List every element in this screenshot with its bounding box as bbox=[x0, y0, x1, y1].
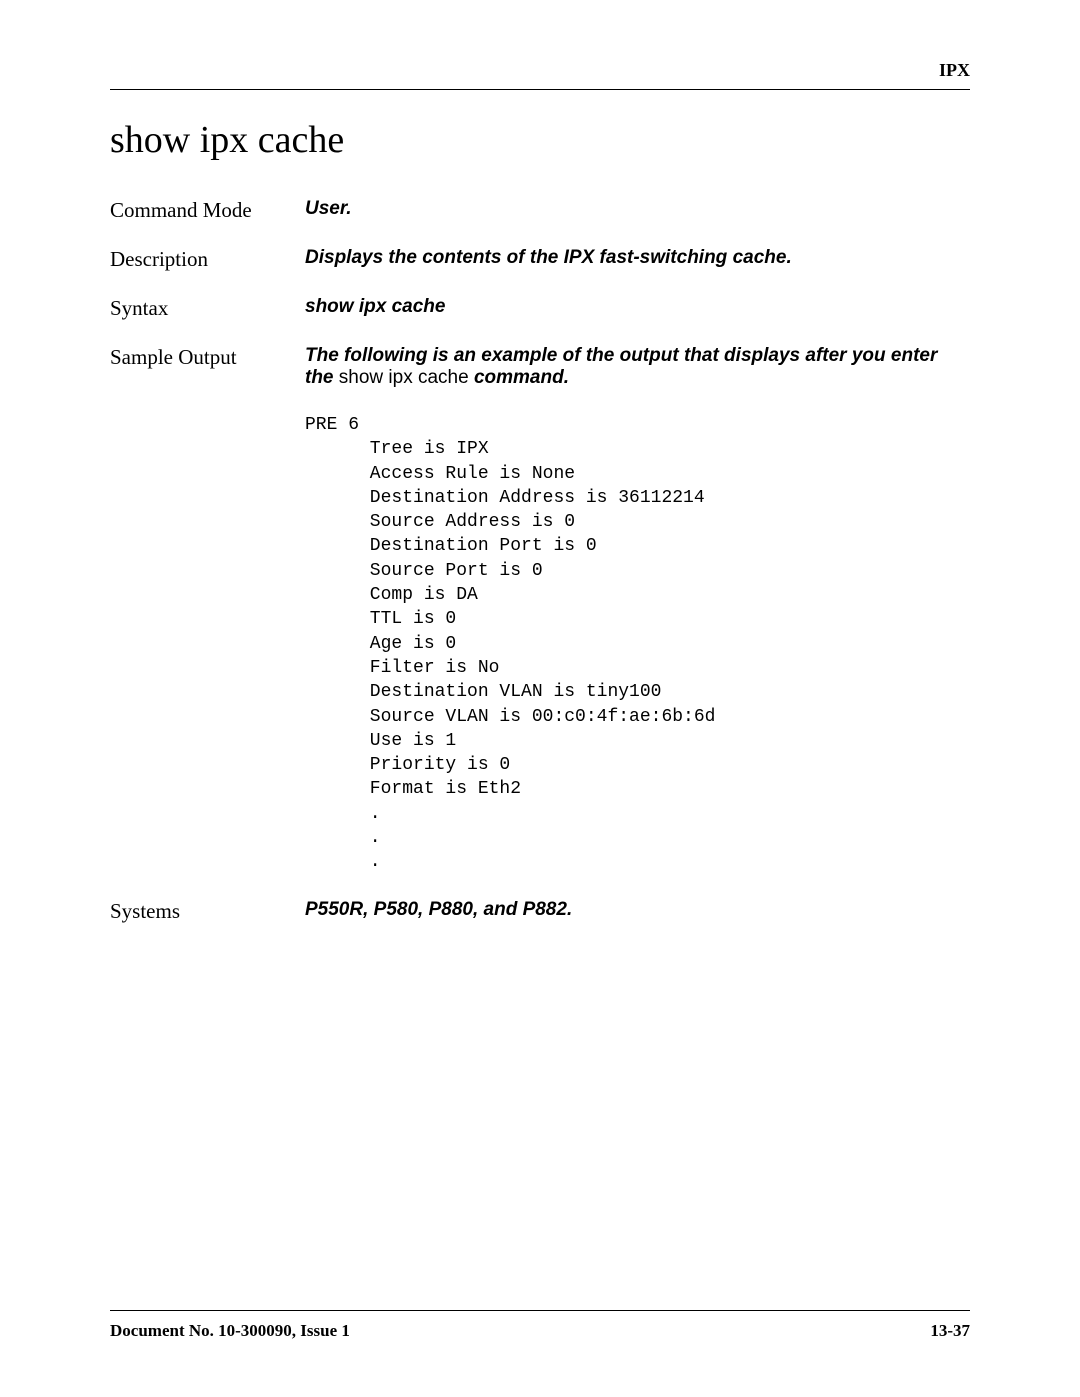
label-command-mode: Command Mode bbox=[110, 198, 305, 223]
value-command-mode: User. bbox=[305, 198, 970, 220]
label-systems: Systems bbox=[110, 899, 305, 924]
row-systems: Systems P550R, P580, P880, and P882. bbox=[110, 899, 970, 924]
label-description: Description bbox=[110, 247, 305, 272]
footer-page-no: 13-37 bbox=[930, 1321, 970, 1341]
row-syntax: Syntax show ipx cache bbox=[110, 296, 970, 321]
sample-output-pre: PRE 6 Tree is IPX Access Rule is None De… bbox=[305, 413, 970, 875]
footer: Document No. 10-300090, Issue 1 13-37 bbox=[110, 1310, 970, 1341]
value-syntax: show ipx cache bbox=[305, 296, 970, 318]
header-section-label: IPX bbox=[110, 60, 970, 81]
footer-rule bbox=[110, 1310, 970, 1311]
sample-output-cmd: show ipx cache bbox=[339, 367, 469, 388]
value-systems: P550R, P580, P880, and P882. bbox=[305, 899, 970, 921]
row-command-mode: Command Mode User. bbox=[110, 198, 970, 223]
label-syntax: Syntax bbox=[110, 296, 305, 321]
value-sample-output: The following is an example of the outpu… bbox=[305, 345, 970, 875]
footer-row: Document No. 10-300090, Issue 1 13-37 bbox=[110, 1321, 970, 1341]
value-description: Displays the contents of the IPX fast-sw… bbox=[305, 247, 970, 269]
header-rule bbox=[110, 89, 970, 90]
sample-output-intro-suffix: command. bbox=[469, 367, 569, 388]
row-description: Description Displays the contents of the… bbox=[110, 247, 970, 272]
row-sample-output: Sample Output The following is an exampl… bbox=[110, 345, 970, 875]
label-sample-output: Sample Output bbox=[110, 345, 305, 370]
page-title: show ipx cache bbox=[110, 118, 970, 162]
page-container: IPX show ipx cache Command Mode User. De… bbox=[0, 0, 1080, 1397]
footer-doc-no: Document No. 10-300090, Issue 1 bbox=[110, 1321, 350, 1341]
